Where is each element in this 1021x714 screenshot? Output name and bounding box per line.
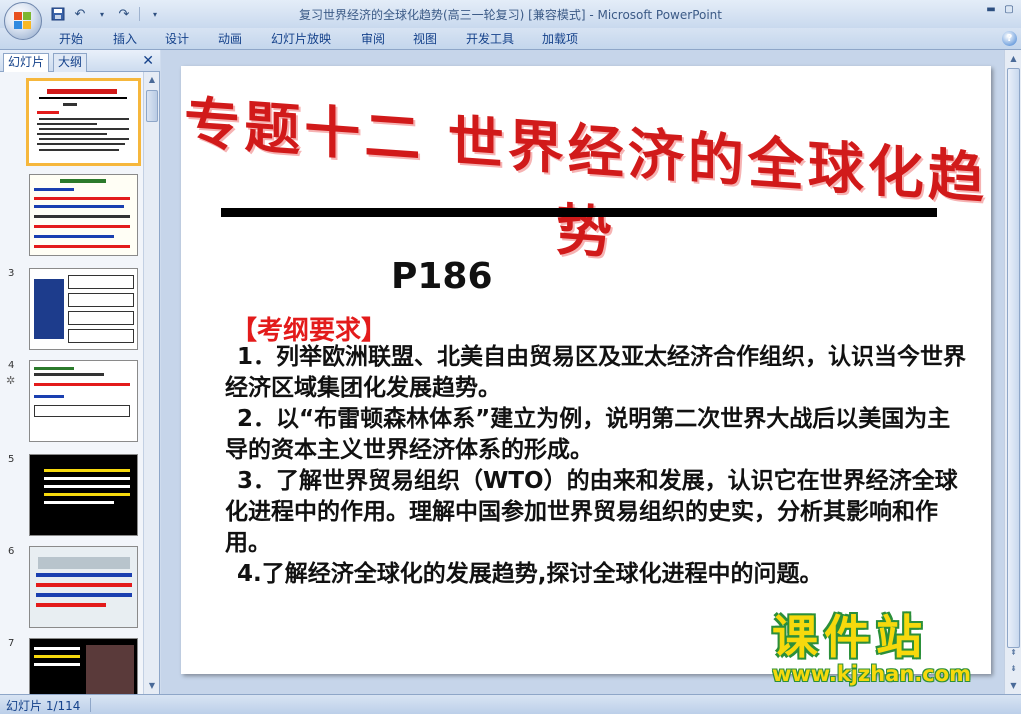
scroll-down-icon[interactable]: ▼ — [145, 679, 159, 693]
watermark-url: www.kjzhan.com — [772, 662, 972, 686]
title-divider — [221, 208, 937, 217]
thumbnail-slide-7[interactable] — [29, 638, 138, 694]
help-icon[interactable]: ? — [1002, 31, 1017, 46]
requirement-3: 3．了解世界贸易组织（WTO）的由来和发展，认识它在世界经济全球化进程中的作用。… — [225, 468, 958, 556]
requirement-4: 4.了解经济全球化的发展趋势,探讨全球化进程中的问题。 — [237, 561, 823, 587]
thumbnail-slide-1[interactable] — [26, 78, 141, 166]
requirement-2: 2．以“布雷顿森林体系”建立为例，说明第二次世界大战后以美国为主导的资本主义世界… — [225, 406, 951, 463]
body-text[interactable]: 1．列举欧洲联盟、北美自由贸易区及亚太经济合作组织，认识当今世界经济区域集团化发… — [225, 342, 969, 590]
scroll-thumb[interactable] — [146, 90, 158, 122]
panel-tabs: 幻灯片 大纲 ✕ — [0, 50, 160, 72]
slides-panel: 幻灯片 大纲 ✕ 3 4 ✲ 5 6 7 ▲ ▼ — [0, 50, 160, 694]
next-slide-icon[interactable]: ⇟ — [1006, 661, 1021, 676]
office-logo-icon — [14, 12, 32, 30]
tab-insert[interactable]: 插入 — [113, 31, 137, 48]
thumbnail-slide-2[interactable] — [29, 174, 138, 256]
thumbnail-slide-6[interactable] — [29, 546, 138, 628]
slide-number: 6 — [8, 546, 15, 557]
window-controls: ▬ ▢ — [983, 3, 1017, 17]
tab-design[interactable]: 设计 — [165, 31, 189, 48]
tab-slides[interactable]: 幻灯片 — [3, 53, 50, 72]
tab-view[interactable]: 视图 — [413, 31, 437, 48]
tab-developer[interactable]: 开发工具 — [466, 31, 514, 48]
tab-animations[interactable]: 动画 — [218, 31, 242, 48]
minimize-icon[interactable]: ▬ — [983, 3, 999, 17]
slide-counter: 幻灯片 1/114 — [6, 699, 81, 713]
status-separator — [90, 698, 91, 712]
scroll-up-icon[interactable]: ▲ — [145, 73, 159, 87]
page-reference[interactable]: P186 — [391, 256, 493, 297]
animation-icon: ✲ — [6, 374, 16, 387]
scroll-down-icon[interactable]: ▼ — [1006, 678, 1021, 693]
requirement-1: 1．列举欧洲联盟、北美自由贸易区及亚太经济合作组织，认识当今世界经济区域集团化发… — [225, 344, 967, 401]
slide-scrollbar[interactable]: ▲ ⇞ ⇟ ▼ — [1004, 50, 1021, 694]
close-icon[interactable]: ✕ — [142, 53, 154, 69]
previous-slide-icon[interactable]: ⇞ — [1006, 645, 1021, 660]
office-button[interactable] — [4, 2, 42, 40]
watermark-title: 课件站 — [772, 610, 928, 664]
slide-number: 7 — [8, 638, 15, 649]
thumbnails-scrollbar[interactable]: ▲ ▼ — [143, 72, 159, 694]
thumbnail-slide-5[interactable] — [29, 454, 138, 536]
tab-addins[interactable]: 加载项 — [542, 31, 578, 48]
slide-number: 5 — [8, 454, 15, 465]
status-bar: 幻灯片 1/114 — [0, 694, 1021, 714]
tab-slideshow[interactable]: 幻灯片放映 — [271, 31, 331, 48]
maximize-icon[interactable]: ▢ — [1001, 3, 1017, 17]
thumbnail-slide-3[interactable] — [29, 268, 138, 350]
tab-home[interactable]: 开始 — [59, 31, 83, 48]
tab-outline[interactable]: 大纲 — [53, 53, 88, 72]
ribbon-tabs: 开始 插入 设计 动画 幻灯片放映 审阅 视图 开发工具 加载项 ? — [0, 28, 1021, 50]
slide-title[interactable]: 专题十二 世界经济的全球化趋势 — [181, 78, 991, 297]
watermark-logo: 课件站 www.kjzhan.com — [772, 612, 1002, 692]
current-slide[interactable]: 专题十二 世界经济的全球化趋势 P186 【考纲要求】 1．列举欧洲联盟、北美自… — [181, 66, 991, 674]
slide-number: 4 — [8, 360, 15, 371]
scroll-thumb[interactable] — [1007, 68, 1020, 648]
tab-review[interactable]: 审阅 — [361, 31, 385, 48]
slide-editing-area: 专题十二 世界经济的全球化趋势 P186 【考纲要求】 1．列举欧洲联盟、北美自… — [161, 50, 1021, 694]
title-bar: ↶ ▾ ↷ ▾ 复习世界经济的全球化趋势(高三一轮复习) [兼容模式] - Mi… — [0, 0, 1021, 28]
scroll-up-icon[interactable]: ▲ — [1006, 51, 1021, 66]
window-title: 复习世界经济的全球化趋势(高三一轮复习) [兼容模式] - Microsoft … — [298, 8, 722, 22]
slide-thumbnails: 3 4 ✲ 5 6 7 — [0, 72, 144, 694]
slide-number: 3 — [8, 268, 15, 279]
thumbnail-slide-4[interactable] — [29, 360, 138, 442]
